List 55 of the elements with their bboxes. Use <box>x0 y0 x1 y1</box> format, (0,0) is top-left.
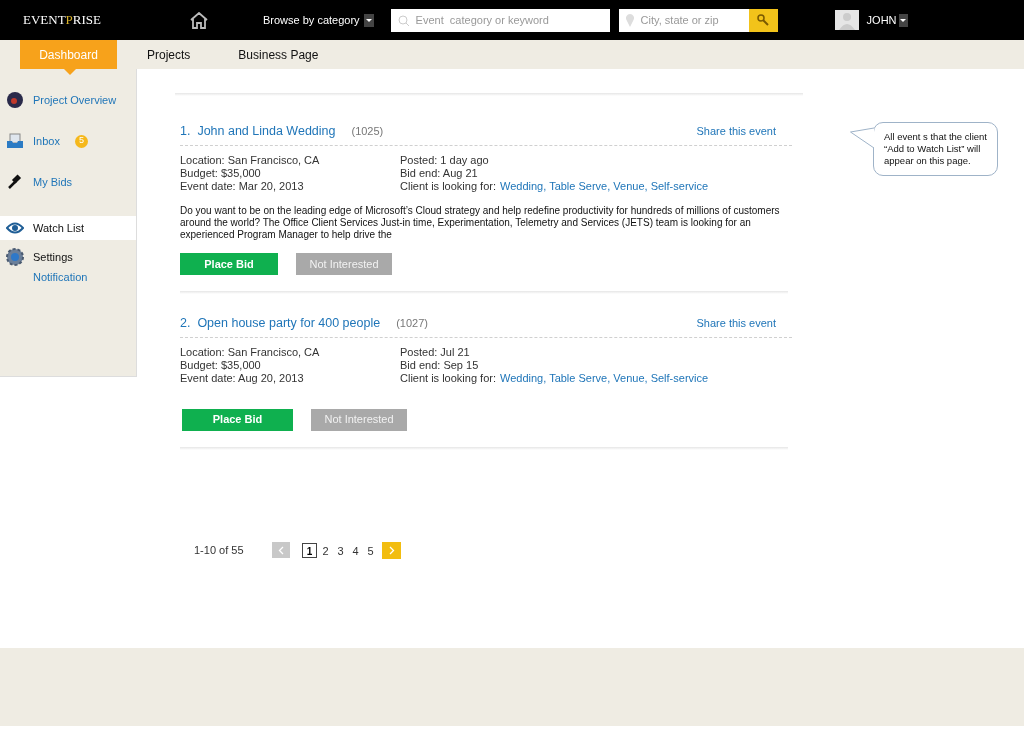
sidebar-subitem[interactable]: Notification <box>0 269 136 286</box>
chevron-left-icon <box>278 545 284 555</box>
event-date-text: Event date: Aug 20, 2013 <box>180 371 305 385</box>
budget-text: Budget: $35,000 <box>180 358 262 372</box>
inbox-icon <box>6 133 24 149</box>
posted-text: Posted: Jul 21 <box>400 345 471 359</box>
place-bid-button[interactable]: Place Bid <box>182 408 293 431</box>
budget-text: Budget: $35,000 <box>180 166 262 180</box>
place-bid-button[interactable]: Place Bid <box>180 252 278 275</box>
eye-icon <box>6 222 24 234</box>
event-description: Do you want to be on the leading edge of Microsoft’s Cloud strategy and help redefine productivity for hundreds of millions of customers around the world? The Office Client Services Just-in time, Experimentation, Telemetry and Services (JETS) team is looking for an experienced Program Manager to help drive the <box>180 204 781 241</box>
bid-end-text: Bid end: Sep 15 <box>400 358 480 372</box>
unread-badge: 5 <box>74 134 88 148</box>
results-range: 1-10 of 55 <box>194 542 245 558</box>
looking-for-label: Client is looking for: <box>400 371 496 385</box>
home-icon[interactable] <box>190 11 208 29</box>
annotation-callout: All event s that the client “Add to Watch List” will appear on this page. <box>873 122 998 176</box>
page-number[interactable]: 3 <box>334 542 347 558</box>
callout-pointer <box>850 126 875 150</box>
event-title[interactable]: 2. Open house party for 400 people <box>180 313 381 333</box>
location-text: Location: San Francisco, CA <box>180 153 321 167</box>
gear-icon <box>6 248 24 266</box>
search-field[interactable]: Event category or keyword <box>390 8 610 32</box>
sidebar-item[interactable]: Settings <box>0 245 136 269</box>
map-pin-icon <box>624 13 635 28</box>
category-links[interactable]: Wedding, Table Serve, Venue, Self-service <box>500 371 709 385</box>
location-field[interactable]: City, state or zip <box>618 8 749 32</box>
chevron-right-icon <box>388 545 395 555</box>
location-text: Location: San Francisco, CA <box>180 345 321 359</box>
share-link[interactable]: Share this event <box>696 314 776 332</box>
event-date-text: Event date: Mar 20, 2013 <box>180 179 305 193</box>
page-number[interactable]: 1 <box>302 542 317 558</box>
search-icon <box>397 14 410 27</box>
gavel-icon <box>7 174 23 190</box>
search-button[interactable] <box>748 8 778 32</box>
page-number[interactable]: 2 <box>319 542 332 558</box>
posted-text: Posted: 1 day ago <box>400 153 490 167</box>
page-number[interactable]: 4 <box>349 542 362 558</box>
user-menu[interactable]: JOHN <box>866 11 908 29</box>
sidebar-item[interactable]: Inbox 5 <box>0 129 136 153</box>
event-id: (1025) <box>351 124 384 139</box>
logo[interactable]: EVENTPRISE <box>23 10 103 30</box>
event-title[interactable]: 1. John and Linda Wedding <box>180 122 336 141</box>
sidebar-item[interactable]: My Bids <box>0 170 136 194</box>
bid-end-text: Bid end: Aug 21 <box>400 166 479 180</box>
category-links[interactable]: Wedding, Table Serve, Venue, Self-service <box>500 179 709 193</box>
share-link[interactable]: Share this event <box>696 123 776 140</box>
avatar[interactable] <box>834 10 859 30</box>
search-icon <box>757 14 770 26</box>
browse-category-dropdown[interactable]: Browse by category <box>263 11 374 29</box>
event-id: (1027) <box>396 315 428 331</box>
sidebar-item[interactable]: Project Overview <box>0 88 136 112</box>
looking-for-label: Client is looking for: <box>400 179 496 193</box>
sidebar-item[interactable]: Watch List <box>0 216 136 240</box>
page-number[interactable]: 5 <box>364 542 377 558</box>
